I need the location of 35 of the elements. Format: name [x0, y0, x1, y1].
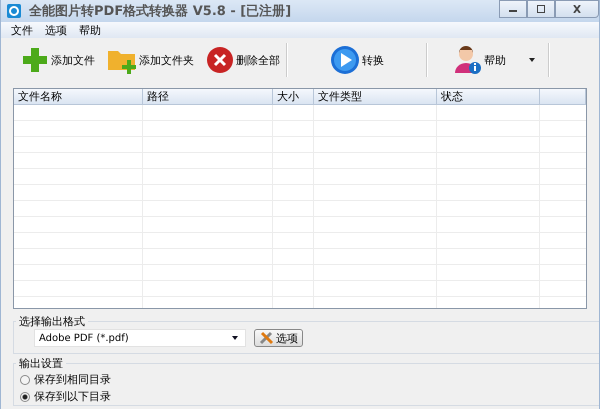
- column-header[interactable]: 大小: [273, 89, 314, 104]
- menu-item[interactable]: 文件: [11, 22, 33, 38]
- menu-item[interactable]: 选项: [45, 22, 67, 38]
- radio-option[interactable]: 保存到相同目录: [14, 371, 599, 388]
- radio-button[interactable]: [20, 374, 30, 384]
- column-header[interactable]: 文件名称: [14, 89, 143, 104]
- group-title: 选择输出格式: [18, 314, 86, 329]
- column-header[interactable]: 文件类型: [314, 89, 437, 104]
- delete-icon: [206, 46, 234, 74]
- app-icon: [7, 4, 21, 18]
- format-dropdown[interactable]: Adobe PDF (*.pdf): [34, 329, 246, 347]
- minimize-button[interactable]: [499, 0, 527, 18]
- toolbar-button[interactable]: 添加文件: [15, 40, 101, 80]
- window-title: 全能图片转PDF格式转换器 V5.8 - [已注册]: [29, 2, 292, 20]
- radio-button[interactable]: [20, 392, 30, 402]
- group-title: 输出设置: [18, 356, 64, 371]
- close-icon: [572, 5, 582, 13]
- toolbar-button[interactable]: 删除全部: [200, 40, 286, 80]
- radio-option[interactable]: 保存到以下目录: [14, 388, 599, 405]
- maximize-icon: [536, 5, 546, 13]
- toolbar-button[interactable]: 帮助: [448, 40, 542, 80]
- column-header[interactable]: 路径: [143, 89, 273, 104]
- menu-item[interactable]: 帮助: [79, 22, 101, 38]
- toolbar-button[interactable]: 转换: [324, 40, 390, 80]
- tools-icon: [259, 331, 275, 345]
- options-button[interactable]: 选项: [254, 329, 303, 347]
- dropdown-caret-icon: [231, 335, 239, 341]
- close-button[interactable]: [555, 0, 599, 18]
- play-icon: [330, 45, 360, 75]
- user-info-icon: [454, 45, 482, 75]
- dropdown-caret-icon: [528, 57, 536, 63]
- plus-icon: [21, 46, 49, 74]
- column-header[interactable]: 状态: [437, 89, 540, 104]
- maximize-button[interactable]: [527, 0, 555, 18]
- toolbar-button[interactable]: 添加文件夹: [101, 40, 200, 80]
